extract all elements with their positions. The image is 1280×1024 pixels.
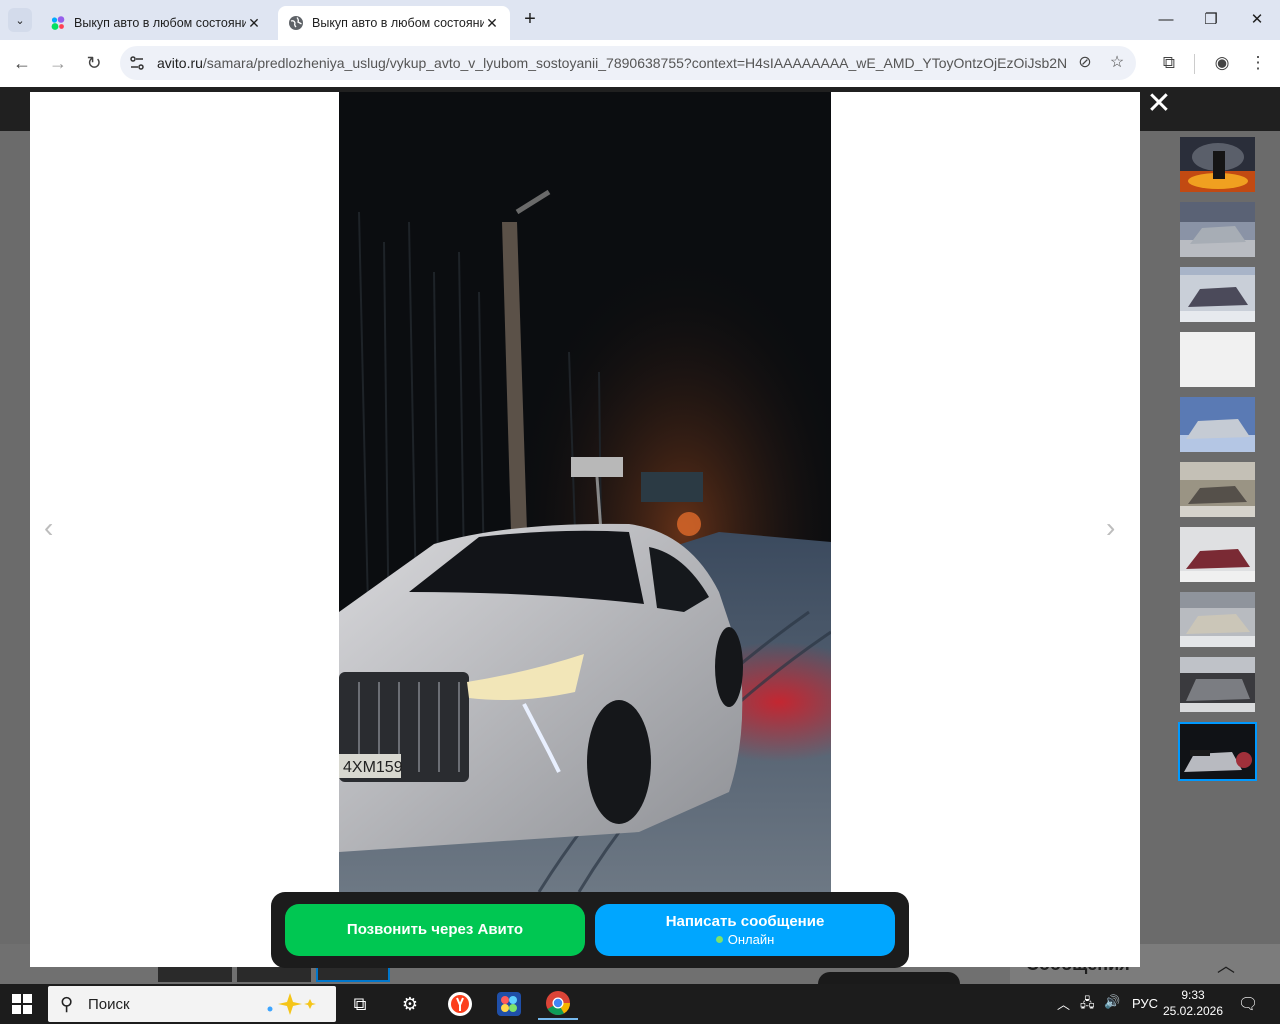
windows-taskbar: ⚲ Поиск ⧉ ⚙ ︿ 🖧 🔊 РУС 9:33 25.02.2026 🗨 <box>0 984 1280 1024</box>
reload-button[interactable]: ↻ <box>80 49 108 77</box>
photos-logo <box>497 992 521 1016</box>
globe-icon <box>289 16 303 30</box>
tab-avito-2[interactable]: Выкуп авто в любом состоянии ✕ <box>278 6 510 40</box>
thumbnail-3[interactable] <box>1180 267 1255 322</box>
thumbnail-image <box>1180 527 1255 582</box>
online-label: Онлайн <box>727 932 775 947</box>
thumbnail-image <box>1180 397 1255 452</box>
tab-close-icon[interactable]: ✕ <box>484 15 500 32</box>
clock[interactable]: 9:33 25.02.2026 <box>1162 987 1224 1019</box>
site-info-icon[interactable] <box>128 54 146 72</box>
thumbnail-8[interactable] <box>1180 592 1255 647</box>
thumbnail-5[interactable] <box>1180 397 1255 452</box>
bookmark-star-icon[interactable]: ☆ <box>1108 54 1126 72</box>
toolbar-separator <box>1194 54 1195 74</box>
write-message-label: Написать сообщение <box>665 913 825 930</box>
next-photo-arrow-icon[interactable]: › <box>1106 514 1126 542</box>
page-photo-thumb <box>237 966 311 982</box>
yandex-logo <box>448 992 472 1016</box>
thumbnail-10[interactable] <box>1178 722 1257 781</box>
photos-app-icon[interactable] <box>489 988 529 1020</box>
browser-tab-bar: ⌄ Выкуп авто в любом состоянии ✕ Выкуп а… <box>0 0 1280 40</box>
sparkle-icon <box>267 993 316 1015</box>
thumbnail-image <box>1180 137 1255 192</box>
thumbnail-image <box>1180 332 1255 387</box>
search-placeholder: Поиск <box>88 996 130 1013</box>
back-button[interactable]: ← <box>8 49 36 77</box>
page-photo-thumb <box>158 966 232 982</box>
close-gallery-icon[interactable]: ✕ <box>1146 89 1172 119</box>
call-via-avito-button[interactable]: Позвонить через Авито <box>285 904 585 956</box>
main-photo: 4XM159 <box>339 92 831 892</box>
new-tab-button[interactable]: + <box>518 8 542 32</box>
tab-title: Выкуп авто в любом состоянии <box>312 16 484 30</box>
language-indicator[interactable]: РУС <box>1132 996 1158 1011</box>
forward-button[interactable]: → <box>44 49 72 77</box>
avito-favicon-icon <box>51 16 65 30</box>
chevron-up-icon[interactable]: ︿ <box>1214 952 1238 976</box>
clock-date: 25.02.2026 <box>1162 1004 1224 1018</box>
url-path: /samara/predlozheniya_uslug/vykup_avto_v… <box>202 55 1067 71</box>
clock-time: 9:33 <box>1181 988 1205 1002</box>
task-view-icon[interactable]: ⧉ <box>340 988 380 1020</box>
thumbnail-4[interactable] <box>1180 332 1255 387</box>
settings-gear-icon[interactable]: ⚙ <box>390 988 430 1020</box>
restore-button[interactable]: ❐ <box>1195 8 1227 32</box>
search-icon: ⚲ <box>60 994 74 1014</box>
thumbnail-image <box>1180 267 1255 322</box>
url-host: avito.ru <box>157 55 203 71</box>
notifications-icon[interactable]: 🗨 <box>1238 994 1258 1014</box>
write-message-button[interactable]: Написать сообщение Онлайн <box>595 904 895 956</box>
tracking-protection-icon[interactable]: ⊘ <box>1076 54 1094 72</box>
previous-photo-arrow-icon[interactable]: ‹ <box>44 514 64 542</box>
thumbnail-image <box>1180 202 1255 257</box>
volume-icon[interactable]: 🔊 <box>1104 994 1120 1010</box>
car-night-photo: 4XM159 <box>339 92 831 892</box>
thumbnail-image <box>1180 657 1255 712</box>
extensions-icon[interactable]: ⧉ <box>1158 52 1180 74</box>
tab-close-icon[interactable]: ✕ <box>246 15 262 32</box>
taskbar-search[interactable]: ⚲ Поиск <box>48 986 336 1022</box>
page-dark-button <box>818 972 960 984</box>
tab-title: Выкуп авто в любом состоянии <box>74 16 246 30</box>
network-icon[interactable]: 🖧 <box>1080 994 1095 1016</box>
thumbnail-6[interactable] <box>1180 462 1255 517</box>
minimize-button[interactable]: — <box>1150 8 1182 32</box>
contact-actions-bar: Позвонить через Авито Написать сообщение… <box>271 892 909 968</box>
menu-kebab-icon[interactable]: ⋮ <box>1247 52 1269 74</box>
chrome-logo <box>546 991 570 1016</box>
window-close-button[interactable]: ✕ <box>1241 8 1273 32</box>
chrome-icon[interactable] <box>538 988 578 1020</box>
gallery-modal: 4XM159 ‹ › <box>30 92 1140 967</box>
yandex-browser-icon[interactable] <box>440 988 480 1020</box>
tab-avito-1[interactable]: Выкуп авто в любом состоянии ✕ <box>40 6 272 40</box>
thumbnail-image <box>1180 462 1255 517</box>
show-hidden-icons-chevron-icon[interactable]: ︿ <box>1057 994 1070 1013</box>
online-status: Онлайн <box>595 932 895 947</box>
thumbnail-image <box>1180 592 1255 647</box>
address-bar[interactable]: avito.ru/samara/predlozheniya_uslug/vyku… <box>120 46 1136 80</box>
tab-search-button[interactable]: ⌄ <box>8 8 32 32</box>
url-text[interactable]: avito.ru/samara/predlozheniya_uslug/vyku… <box>157 55 1067 71</box>
thumbnail-2[interactable] <box>1180 202 1255 257</box>
thumbnail-7[interactable] <box>1180 527 1255 582</box>
svg-text:4XM159: 4XM159 <box>343 759 403 776</box>
profile-icon[interactable]: ◉ <box>1211 52 1233 74</box>
windows-start-icon[interactable] <box>12 994 32 1014</box>
online-dot-icon <box>715 936 723 943</box>
thumbnail-9[interactable] <box>1180 657 1255 712</box>
thumbnail-1[interactable] <box>1180 137 1255 192</box>
page-photo-thumb <box>316 966 390 982</box>
thumbnail-image <box>1180 724 1255 779</box>
browser-toolbar: ← → ↻ avito.ru/samara/predlozheniya_uslu… <box>0 40 1280 87</box>
